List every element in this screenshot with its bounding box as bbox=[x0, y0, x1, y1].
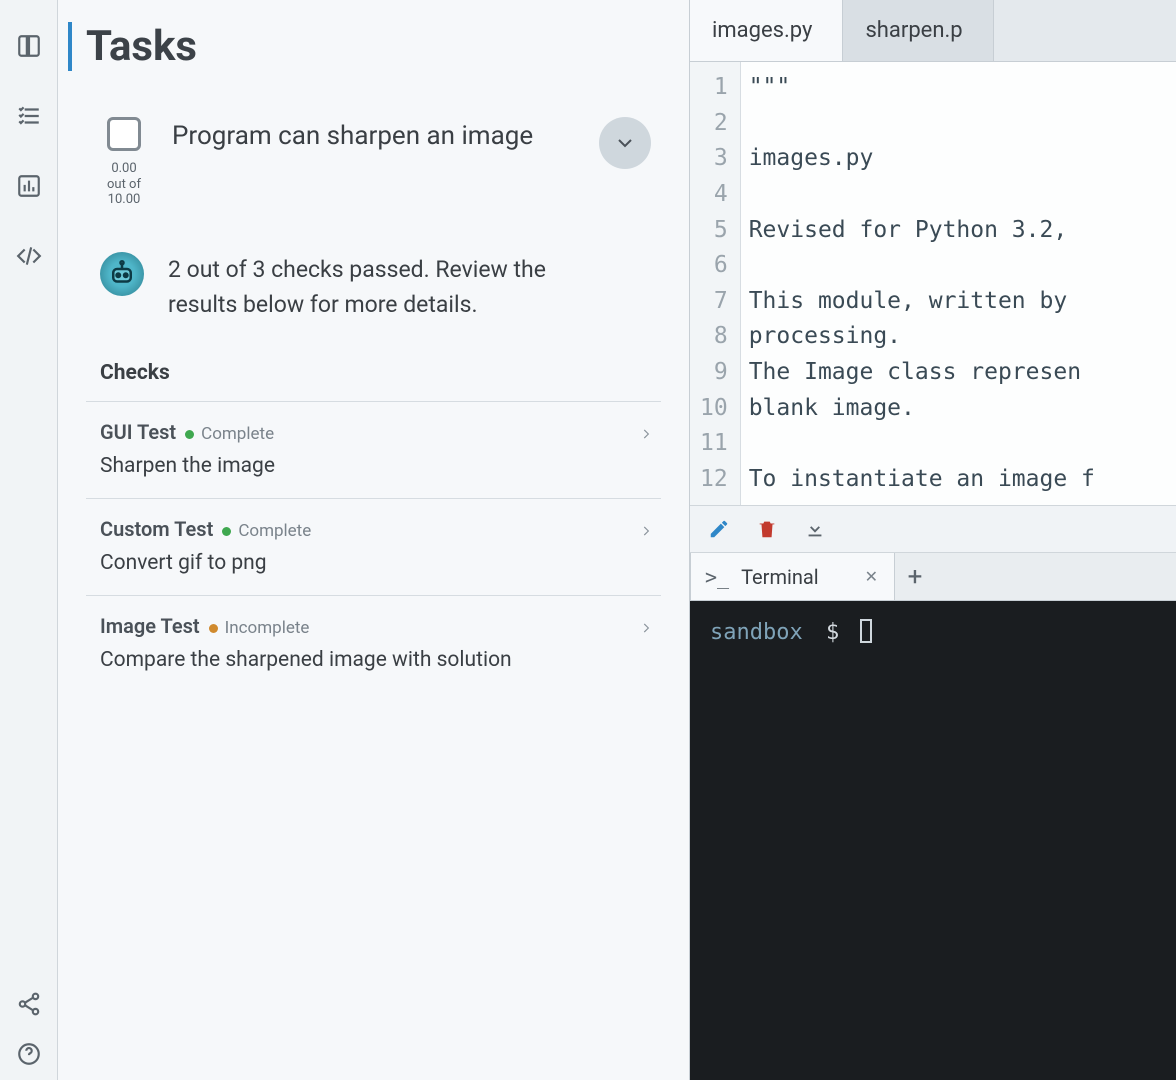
task-checkbox[interactable] bbox=[107, 117, 141, 151]
check-item[interactable]: Custom Test Complete Convert gif to png bbox=[86, 498, 661, 595]
left-icon-rail bbox=[0, 0, 58, 1080]
task-summary: 2 out of 3 checks passed. Review the res… bbox=[86, 220, 661, 353]
task-header: 0.00 out of 10.00 Program can sharpen an… bbox=[86, 99, 661, 220]
terminal-icon: >_ bbox=[705, 565, 729, 589]
status-dot-icon bbox=[185, 430, 194, 439]
score-box: 0.00 out of 10.00 bbox=[96, 117, 152, 208]
score-middle: out of bbox=[107, 177, 141, 193]
check-status: Complete bbox=[238, 521, 311, 541]
bar-chart-icon[interactable] bbox=[13, 170, 45, 202]
new-terminal-button[interactable]: + bbox=[895, 562, 935, 592]
check-name: Custom Test bbox=[100, 517, 213, 541]
download-icon[interactable] bbox=[804, 518, 826, 540]
checklist-icon[interactable] bbox=[13, 100, 45, 132]
check-description: Sharpen the image bbox=[100, 454, 570, 478]
code-area[interactable]: 123456789101112 """images.pyRevised for … bbox=[690, 62, 1176, 505]
status-dot-icon bbox=[222, 527, 231, 536]
share-icon[interactable] bbox=[13, 988, 45, 1020]
editor-tab-bar: images.pysharpen.p bbox=[690, 0, 1176, 62]
edit-icon[interactable] bbox=[708, 518, 730, 540]
check-item[interactable]: Image Test Incomplete Compare the sharpene… bbox=[86, 595, 661, 692]
code-lines: """images.pyRevised for Python 3.2,This … bbox=[741, 62, 1095, 505]
editor-panel: images.pysharpen.p 123456789101112 """im… bbox=[690, 0, 1176, 1080]
chevron-right-icon bbox=[639, 424, 653, 448]
terminal-cursor bbox=[860, 619, 872, 643]
check-item[interactable]: GUI Test Complete Sharpen the image bbox=[86, 401, 661, 498]
check-description: Convert gif to png bbox=[100, 551, 570, 575]
panel-title: Tasks bbox=[68, 22, 661, 71]
task-title: Program can sharpen an image bbox=[172, 117, 579, 151]
chevron-right-icon bbox=[639, 618, 653, 642]
check-name: GUI Test bbox=[100, 420, 176, 444]
score-total: 10.00 bbox=[107, 192, 141, 208]
editor-toolbar bbox=[690, 505, 1176, 553]
terminal-tab-bar: >_ Terminal ✕ + bbox=[690, 553, 1176, 601]
book-icon[interactable] bbox=[13, 30, 45, 62]
terminal-tab[interactable]: >_ Terminal ✕ bbox=[690, 553, 895, 600]
editor-tab[interactable]: sharpen.p bbox=[843, 0, 993, 61]
delete-icon[interactable] bbox=[756, 518, 778, 540]
score-earned: 0.00 bbox=[107, 161, 141, 177]
help-icon[interactable] bbox=[13, 1038, 45, 1070]
check-name: Image Test bbox=[100, 614, 200, 638]
checks-heading: Checks bbox=[86, 353, 661, 401]
check-status: Incomplete bbox=[225, 618, 310, 638]
code-icon[interactable] bbox=[13, 240, 45, 272]
chevron-right-icon bbox=[639, 521, 653, 545]
status-dot-icon bbox=[209, 624, 218, 633]
close-icon[interactable]: ✕ bbox=[865, 567, 878, 586]
line-gutter: 123456789101112 bbox=[690, 62, 741, 505]
check-description: Compare the sharpened image with solutio… bbox=[100, 648, 570, 672]
terminal-prompt-symbol: $ bbox=[826, 620, 839, 645]
tasks-panel: Tasks 0.00 out of 10.00 Program can shar… bbox=[58, 0, 690, 1080]
editor-tab[interactable]: images.py bbox=[690, 0, 843, 61]
check-status: Complete bbox=[201, 424, 274, 444]
bot-icon bbox=[100, 252, 144, 296]
chevron-down-icon bbox=[613, 131, 637, 155]
checks-list: GUI Test Complete Sharpen the image Custom … bbox=[86, 401, 661, 692]
summary-text: 2 out of 3 checks passed. Review the res… bbox=[168, 252, 608, 323]
collapse-button[interactable] bbox=[599, 117, 651, 169]
terminal-prompt-path: sandbox bbox=[710, 620, 803, 645]
terminal-body[interactable]: sandbox $ bbox=[690, 601, 1176, 1080]
terminal-tab-label: Terminal bbox=[741, 565, 819, 589]
